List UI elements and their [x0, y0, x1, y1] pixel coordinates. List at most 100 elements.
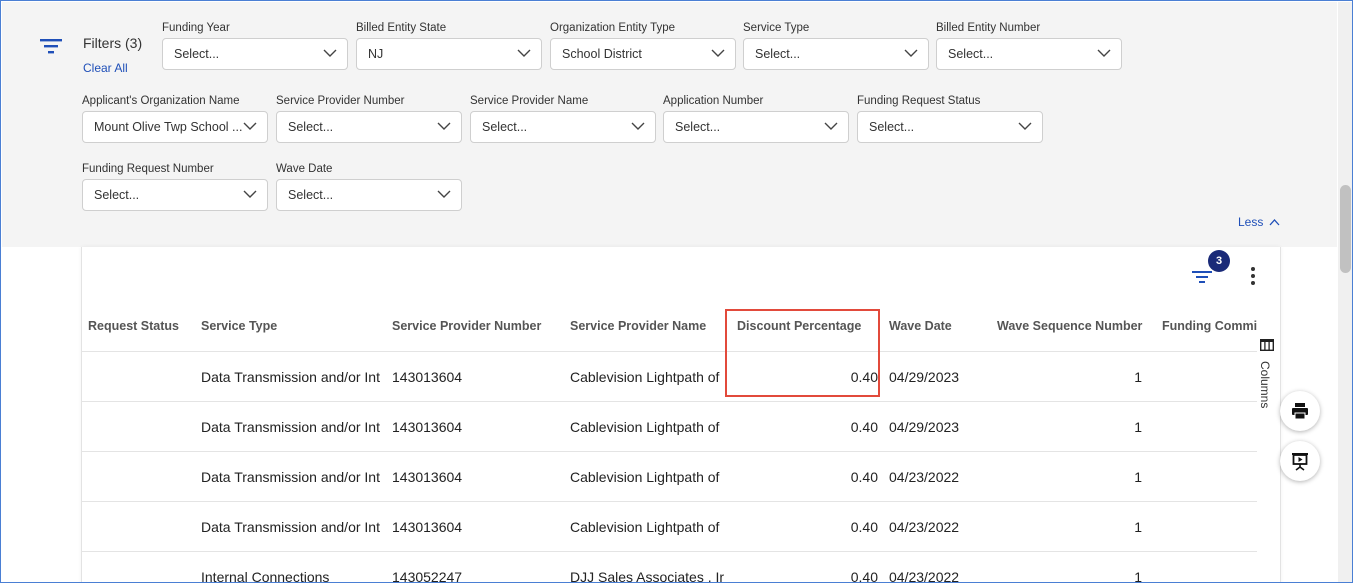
header-service-type[interactable]: Service Type — [201, 319, 277, 333]
chevron-down-icon — [243, 190, 257, 198]
header-service-provider-name[interactable]: Service Provider Name — [570, 319, 706, 333]
field-value: School District — [562, 47, 642, 61]
filter-panel: Filters (3) Clear All Funding Year Selec… — [2, 2, 1337, 247]
cell-discount-percentage: 0.40 — [850, 419, 878, 435]
cell-service-type: Data Transmission and/or Int — [201, 469, 380, 485]
field-value: Select... — [174, 47, 220, 61]
table-row[interactable]: Internal Connections 143052247 DJJ Sales… — [81, 552, 1257, 583]
columns-icon — [1260, 339, 1274, 351]
chevron-down-icon — [824, 122, 838, 130]
cell-wave-sequence-number: 1 — [1134, 569, 1142, 583]
presentation-button[interactable] — [1280, 441, 1320, 481]
field-value: Select... — [94, 188, 140, 202]
cell-service-provider-number: 143052247 — [392, 569, 463, 583]
cell-service-provider-number: 143013604 — [392, 419, 463, 435]
organization-entity-type-select[interactable]: School District — [550, 38, 736, 70]
field-label: Billed Entity Number — [936, 22, 1041, 34]
chevron-down-icon — [711, 49, 725, 57]
field-value: Select... — [482, 120, 528, 134]
table-row[interactable]: Data Transmission and/or Int 143013604 C… — [81, 402, 1257, 452]
field-value: Select... — [288, 120, 334, 134]
filters-title: Filters (3) — [83, 35, 143, 51]
billed-entity-state-select[interactable]: NJ — [356, 38, 542, 70]
presentation-icon — [1292, 453, 1308, 471]
chevron-down-icon — [517, 49, 531, 57]
chevron-down-icon — [631, 122, 645, 130]
field-label: Funding Year — [162, 22, 230, 34]
cell-service-provider-name: Cablevision Lightpath of — [570, 419, 720, 435]
scrollbar-thumb[interactable] — [1340, 185, 1351, 273]
field-value: Select... — [675, 120, 721, 134]
cell-service-provider-name: DJJ Sales Associates , Ir — [570, 569, 725, 583]
field-label: Application Number — [663, 95, 764, 107]
header-wave-date[interactable]: Wave Date — [889, 319, 952, 333]
cell-wave-sequence-number: 1 — [1134, 469, 1142, 485]
clear-all-link[interactable]: Clear All — [83, 61, 128, 75]
field-label: Service Provider Number — [276, 95, 405, 107]
app-frame: Filters (3) Clear All Funding Year Selec… — [0, 0, 1353, 583]
cell-discount-percentage: 0.40 — [850, 569, 878, 583]
more-vertical-icon[interactable] — [1249, 265, 1257, 287]
field-label: Service Provider Name — [470, 95, 589, 107]
cell-service-type: Data Transmission and/or Int — [201, 419, 380, 435]
funding-request-status-select[interactable]: Select... — [857, 111, 1043, 143]
filter-list-icon[interactable] — [40, 38, 62, 54]
service-provider-number-select[interactable]: Select... — [276, 111, 462, 143]
service-type-select[interactable]: Select... — [743, 38, 929, 70]
field-label: Funding Request Number — [82, 163, 214, 175]
chevron-down-icon — [904, 49, 918, 57]
field-label: Billed Entity State — [356, 22, 447, 34]
table-row[interactable]: Data Transmission and/or Int 143013604 C… — [81, 452, 1257, 502]
funding-year-select[interactable]: Select... — [162, 38, 348, 70]
cell-service-provider-number: 143013604 — [392, 469, 463, 485]
field-value: Select... — [948, 47, 994, 61]
cell-discount-percentage: 0.40 — [850, 469, 878, 485]
filter-count-badge: 3 — [1208, 250, 1230, 272]
cell-wave-sequence-number: 1 — [1134, 519, 1142, 535]
header-wave-sequence-number[interactable]: Wave Sequence Number — [997, 319, 1142, 333]
chevron-down-icon — [437, 190, 451, 198]
field-value: Select... — [755, 47, 801, 61]
field-label: Organization Entity Type — [550, 22, 676, 34]
field-label: Service Type — [743, 22, 810, 34]
cell-wave-sequence-number: 1 — [1134, 369, 1142, 385]
chevron-down-icon — [243, 122, 257, 130]
cell-service-provider-name: Cablevision Lightpath of — [570, 469, 720, 485]
billed-entity-number-select[interactable]: Select... — [936, 38, 1122, 70]
field-value: NJ — [368, 47, 384, 61]
chevron-up-icon — [1269, 219, 1280, 226]
filter-list-icon[interactable] — [1191, 265, 1213, 287]
cell-wave-date: 04/23/2022 — [889, 519, 960, 535]
print-icon — [1292, 403, 1308, 420]
chevron-down-icon — [1018, 122, 1032, 130]
funding-request-number-select[interactable]: Select... — [82, 179, 268, 211]
chevron-down-icon — [1097, 49, 1111, 57]
table-row[interactable]: Data Transmission and/or Int 143013604 C… — [81, 502, 1257, 552]
header-service-provider-number[interactable]: Service Provider Number — [392, 319, 541, 333]
header-funding-commitment[interactable]: Funding Commi — [1162, 319, 1257, 333]
field-label: Wave Date — [276, 163, 333, 175]
scrollbar-track[interactable] — [1338, 2, 1352, 582]
less-toggle[interactable]: Less — [1238, 215, 1280, 229]
cell-service-provider-name: Cablevision Lightpath of — [570, 519, 720, 535]
cell-service-type: Internal Connections — [201, 569, 330, 583]
applicant-organization-name-select[interactable]: Mount Olive Twp School ... — [82, 111, 268, 143]
cell-wave-date: 04/29/2023 — [889, 369, 960, 385]
print-button[interactable] — [1280, 391, 1320, 431]
field-label: Applicant's Organization Name — [82, 95, 240, 107]
highlight-box — [725, 309, 880, 397]
wave-date-select[interactable]: Select... — [276, 179, 462, 211]
columns-label[interactable]: Columns — [1258, 361, 1272, 408]
cell-service-type: Data Transmission and/or Int — [201, 519, 380, 535]
field-label: Funding Request Status — [857, 95, 981, 107]
field-value: Mount Olive Twp School ... — [94, 120, 243, 134]
header-request-status[interactable]: Request Status — [88, 319, 179, 333]
service-provider-name-select[interactable]: Select... — [470, 111, 656, 143]
application-number-select[interactable]: Select... — [663, 111, 849, 143]
chevron-down-icon — [323, 49, 337, 57]
table-row[interactable]: Data Transmission and/or Int 143013604 C… — [81, 352, 1257, 402]
cell-service-type: Data Transmission and/or Int — [201, 369, 380, 385]
cell-service-provider-number: 143013604 — [392, 519, 463, 535]
cell-wave-date: 04/23/2022 — [889, 469, 960, 485]
cell-wave-sequence-number: 1 — [1134, 419, 1142, 435]
